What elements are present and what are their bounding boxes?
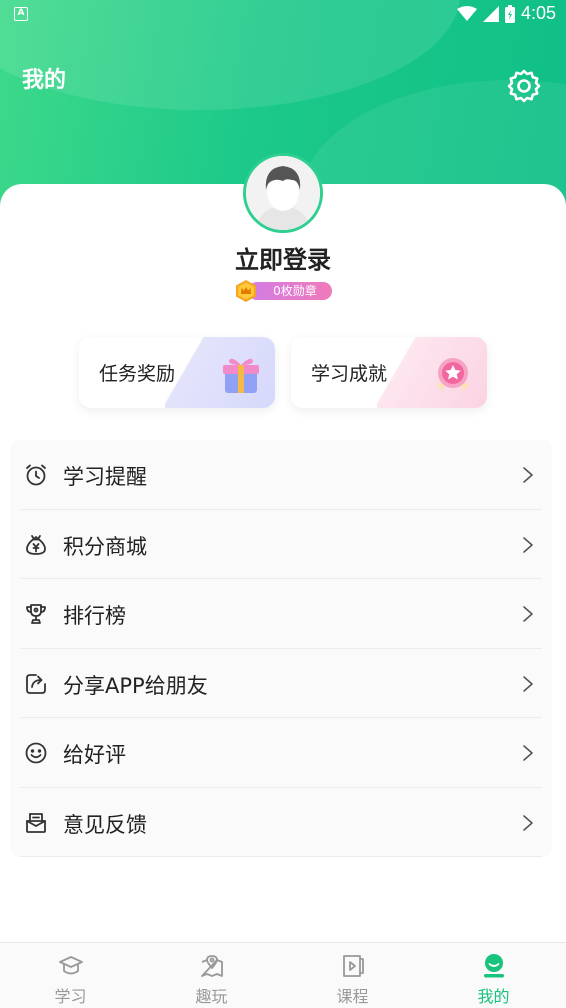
menu-item-label: 积分商城 [63, 534, 147, 559]
status-icons: 4:05 [456, 3, 556, 24]
menu-item-study-reminder[interactable]: 学习提醒 [20, 440, 542, 510]
chevron-right-icon [523, 536, 533, 553]
tab-mine[interactable]: 我的 [423, 943, 564, 1008]
signal-icon [482, 5, 499, 22]
chevron-right-icon [523, 745, 533, 761]
avatar[interactable] [243, 153, 323, 233]
yen-bag-icon [26, 534, 46, 555]
gear-icon[interactable] [506, 68, 542, 104]
feedback-icon [26, 812, 46, 833]
graduation-cap-icon [59, 956, 83, 975]
default-avatar-icon [246, 156, 320, 230]
tile-label: 任务奖励 [99, 363, 176, 385]
login-text[interactable]: 立即登录 [0, 240, 566, 275]
status-time: 4:05 [520, 3, 556, 23]
battery-icon [504, 4, 515, 23]
menu-list: 学习提醒 积分商城 排行榜 分享APP给朋友 给好评 意见反馈 [10, 440, 552, 857]
wifi-icon [456, 5, 477, 21]
trophy-icon [26, 604, 46, 624]
tab-study[interactable]: 学习 [0, 943, 141, 1008]
status-bar: A 4:05 [0, 0, 566, 30]
menu-item-label: 给好评 [63, 743, 126, 767]
chevron-right-icon [523, 675, 533, 692]
menu-item-leaderboard[interactable]: 排行榜 [20, 579, 542, 649]
tab-label: 我的 [477, 987, 510, 1006]
gift-icon [223, 358, 259, 393]
tab-play[interactable]: 趣玩 [141, 943, 282, 1008]
medal-badge[interactable]: 0枚勋章 [234, 279, 334, 303]
share-icon [26, 673, 46, 694]
tab-courses[interactable]: 课程 [282, 943, 423, 1008]
tab-label: 学习 [54, 987, 87, 1006]
crown-icon [236, 280, 256, 302]
menu-item-label: 学习提醒 [63, 465, 147, 489]
tile-label: 学习成就 [311, 363, 388, 385]
bottom-tab-bar: 学习 趣玩 课程 我的 [0, 942, 566, 1008]
menu-item-share-app[interactable]: 分享APP给朋友 [20, 649, 542, 718]
chevron-right-icon [523, 606, 533, 622]
menu-item-points-mall[interactable]: 积分商城 [20, 510, 542, 579]
achievement-tile[interactable]: 学习成就 [291, 337, 487, 408]
menu-item-label: 意见反馈 [63, 812, 147, 837]
medal-count: 0枚勋章 [248, 282, 332, 300]
chevron-right-icon [523, 467, 533, 483]
alarm-clock-icon [26, 464, 46, 486]
menu-item-feedback[interactable]: 意见反馈 [20, 788, 542, 857]
user-icon [484, 954, 504, 978]
menu-item-label: 排行榜 [63, 604, 126, 628]
medal-icon [437, 358, 469, 391]
video-book-icon [343, 955, 364, 977]
task-reward-tile[interactable]: 任务奖励 [79, 337, 275, 408]
chevron-right-icon [523, 814, 533, 831]
tab-label: 课程 [336, 987, 369, 1006]
tab-label: 趣玩 [195, 987, 228, 1006]
menu-item-rate[interactable]: 给好评 [20, 718, 542, 788]
app-indicator: A [14, 7, 28, 21]
menu-item-label: 分享APP给朋友 [63, 673, 208, 698]
map-pin-icon [201, 955, 223, 977]
smile-icon [25, 742, 47, 764]
page-title: 我的 [22, 68, 67, 93]
